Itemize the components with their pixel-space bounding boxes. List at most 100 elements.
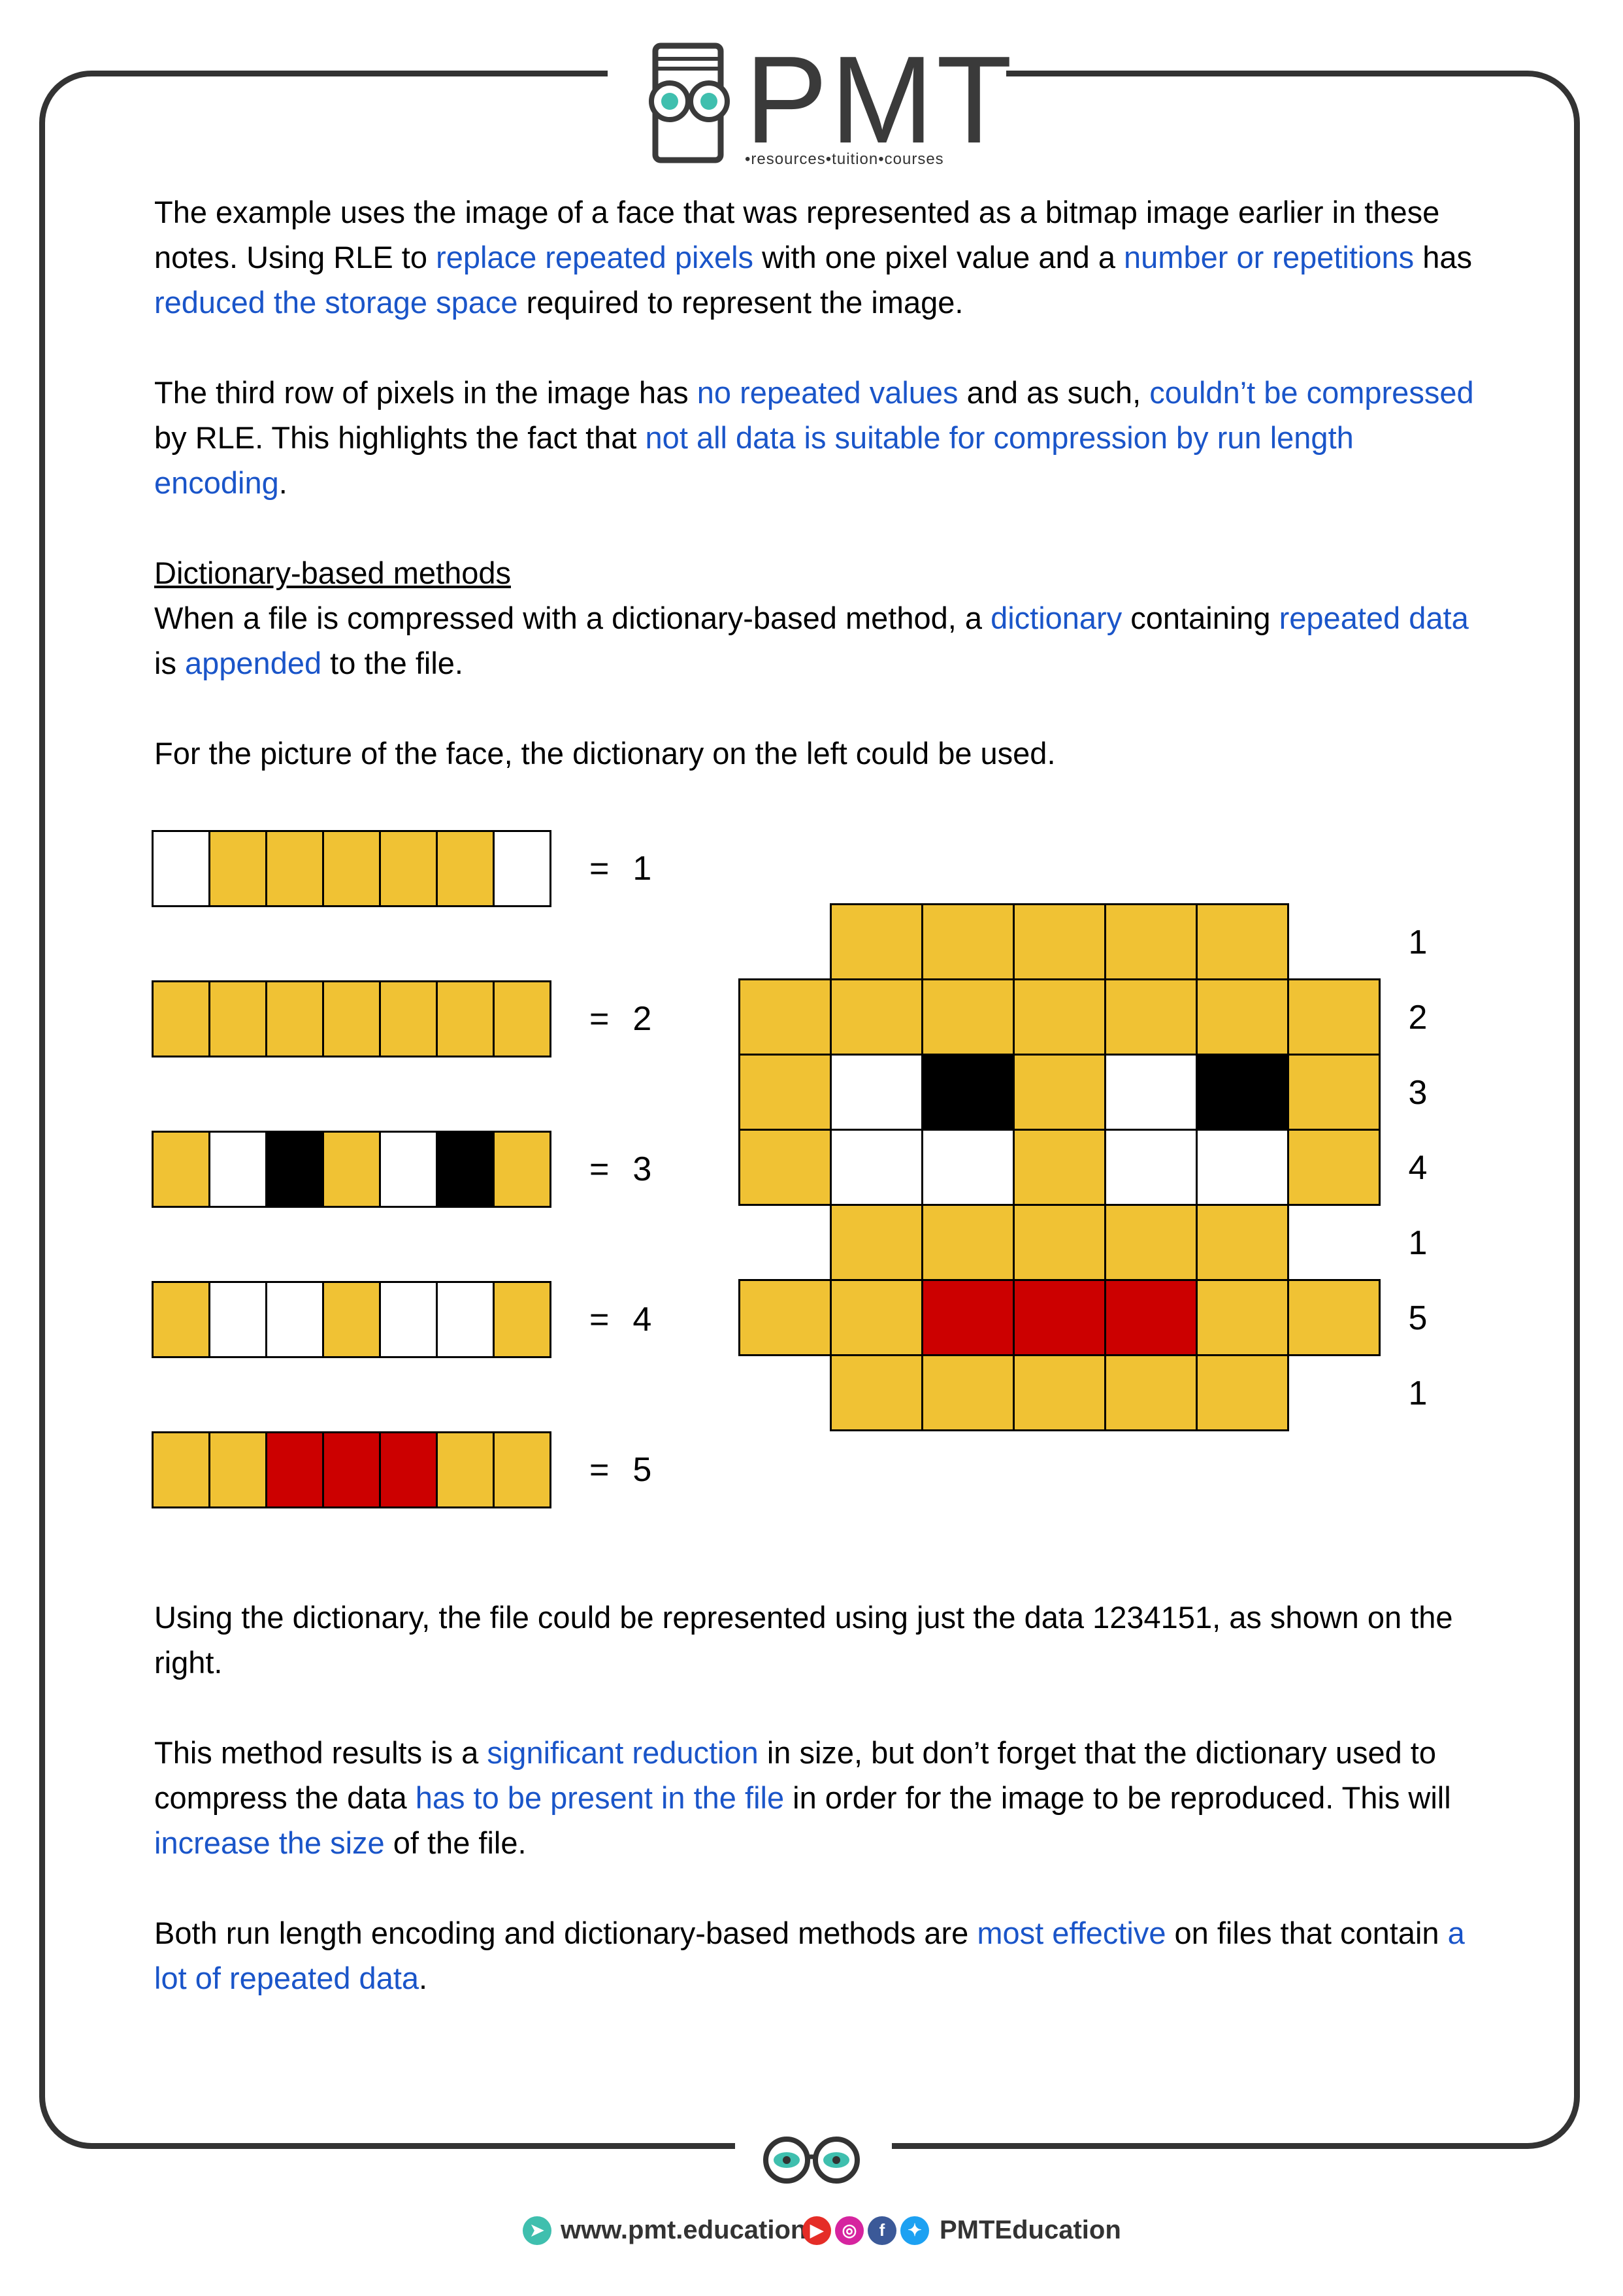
row-code: 1 xyxy=(1408,1374,1428,1412)
face-pixel xyxy=(1196,1279,1289,1356)
face-pixel xyxy=(1104,1129,1198,1206)
face-pixel xyxy=(1013,1129,1106,1206)
row-code: 5 xyxy=(1408,1299,1428,1337)
pixel-cell xyxy=(436,832,493,905)
pixel-cell xyxy=(379,1283,436,1356)
paragraph-face-dictionary: For the picture of the face, the diction… xyxy=(154,736,1056,771)
pixel-cell xyxy=(208,1133,265,1206)
face-pixel xyxy=(921,903,1015,980)
footer: ➤ www.pmt.education ▶ ◎ f ✦ PMTEducation xyxy=(0,2216,1623,2268)
facebook-icon[interactable]: f xyxy=(868,2216,896,2245)
face-pixel xyxy=(1104,1279,1198,1356)
face-pixel xyxy=(1013,1279,1106,1356)
face-pixel xyxy=(830,1054,923,1131)
pixel-strip xyxy=(152,830,551,907)
pixel-cell xyxy=(208,832,265,905)
highlight-text: increase the size xyxy=(154,1825,385,1860)
pixel-cell xyxy=(322,1133,379,1206)
face-pixel xyxy=(1104,1354,1198,1431)
dictionary-entry: = 4 xyxy=(152,1281,651,1358)
dictionary-entry: = 1 xyxy=(152,830,651,907)
face-pixel xyxy=(921,1129,1015,1206)
pixel-cell xyxy=(493,832,549,905)
text: When a file is compressed with a diction… xyxy=(154,601,991,635)
logo-tagline: •resources•tuition•courses xyxy=(745,150,944,168)
pixel-cell xyxy=(154,1283,208,1356)
bottom-content: Using the dictionary, the file could be … xyxy=(154,1595,1481,2046)
face-pixel xyxy=(1013,1204,1106,1281)
code-value: 4 xyxy=(632,1301,652,1339)
highlight-text: reduced the storage space xyxy=(154,285,518,320)
instagram-icon[interactable]: ◎ xyxy=(835,2216,864,2245)
dictionary-code: = 1 xyxy=(589,849,651,888)
pixel-cell xyxy=(493,1133,549,1206)
pixel-cell xyxy=(436,1433,493,1506)
face-pixel xyxy=(921,978,1015,1056)
text: has xyxy=(1414,240,1472,275)
face-pixel xyxy=(830,978,923,1056)
pixel-cell xyxy=(322,1283,379,1356)
pixel-strip xyxy=(152,980,551,1057)
dictionary-code: = 2 xyxy=(589,999,651,1039)
highlight-text: no repeated values xyxy=(697,375,959,410)
highlight-text: couldn’t be compressed xyxy=(1149,375,1474,410)
highlight-text: dictionary xyxy=(991,601,1123,635)
face-pixel xyxy=(1104,903,1198,980)
face-pixel xyxy=(1013,1354,1106,1431)
pixel-cell xyxy=(265,982,322,1056)
highlight-text: repeated data xyxy=(1279,601,1469,635)
face-pixel xyxy=(1287,978,1381,1056)
text: . xyxy=(278,465,287,500)
face-pixel xyxy=(921,1054,1015,1131)
paragraph-reduction: This method results is a significant red… xyxy=(154,1730,1481,1865)
face-pixel xyxy=(1287,1279,1381,1356)
website-link[interactable]: www.pmt.education xyxy=(561,2216,806,2245)
section-heading: Dictionary-based methods xyxy=(154,550,1481,595)
face-pixel xyxy=(1196,978,1289,1056)
text: The third row of pixels in the image has xyxy=(154,375,697,410)
dictionary-entry: = 2 xyxy=(152,980,651,1057)
face-pixel xyxy=(1196,1054,1289,1131)
pixel-cell xyxy=(322,1433,379,1506)
highlight-text: significant reduction xyxy=(487,1735,759,1770)
pixel-cell xyxy=(379,982,436,1056)
dictionary-entry: = 3 xyxy=(152,1131,651,1208)
dictionary-code: = 3 xyxy=(589,1150,651,1189)
code-value: 1 xyxy=(632,850,652,888)
equals-sign: = xyxy=(589,1000,610,1038)
face-pixel xyxy=(921,1279,1015,1356)
paragraph-effectiveness: Both run length encoding and dictionary-… xyxy=(154,1910,1481,2001)
text: of the file. xyxy=(384,1825,527,1860)
equals-sign: = xyxy=(589,850,610,888)
code-value: 3 xyxy=(632,1150,652,1188)
highlight-text: replace repeated pixels xyxy=(436,240,754,275)
pixel-cell xyxy=(208,982,265,1056)
pixel-strip xyxy=(152,1431,551,1508)
paragraph-rle-example: The example uses the image of a face tha… xyxy=(154,190,1481,325)
top-content: The example uses the image of a face tha… xyxy=(154,190,1481,821)
pixel-cell xyxy=(493,1433,549,1506)
footer-website[interactable]: ➤ www.pmt.education xyxy=(523,2216,806,2245)
text: on files that contain xyxy=(1166,1916,1448,1950)
text: and as such, xyxy=(958,375,1150,410)
pixel-cell xyxy=(379,832,436,905)
pixel-cell xyxy=(154,982,208,1056)
paragraph-dictionary-intro: When a file is compressed with a diction… xyxy=(154,595,1481,686)
twitter-icon[interactable]: ✦ xyxy=(900,2216,929,2245)
pixel-cell xyxy=(208,1433,265,1506)
code-value: 5 xyxy=(632,1451,652,1489)
face-pixel xyxy=(738,1054,832,1131)
social-handle[interactable]: PMTEducation xyxy=(940,2216,1121,2245)
pixel-cell xyxy=(379,1133,436,1206)
face-pixel xyxy=(1287,1129,1381,1206)
highlight-text: most effective xyxy=(977,1916,1166,1950)
text: in order for the image to be reproduced.… xyxy=(784,1780,1451,1815)
row-code: 2 xyxy=(1408,999,1428,1037)
text: This method results is a xyxy=(154,1735,487,1770)
youtube-icon[interactable]: ▶ xyxy=(802,2216,831,2245)
text: Both run length encoding and dictionary-… xyxy=(154,1916,977,1950)
face-pixel xyxy=(738,1129,832,1206)
face-pixel xyxy=(1196,903,1289,980)
face-pixel xyxy=(738,978,832,1056)
equals-sign: = xyxy=(589,1301,610,1339)
